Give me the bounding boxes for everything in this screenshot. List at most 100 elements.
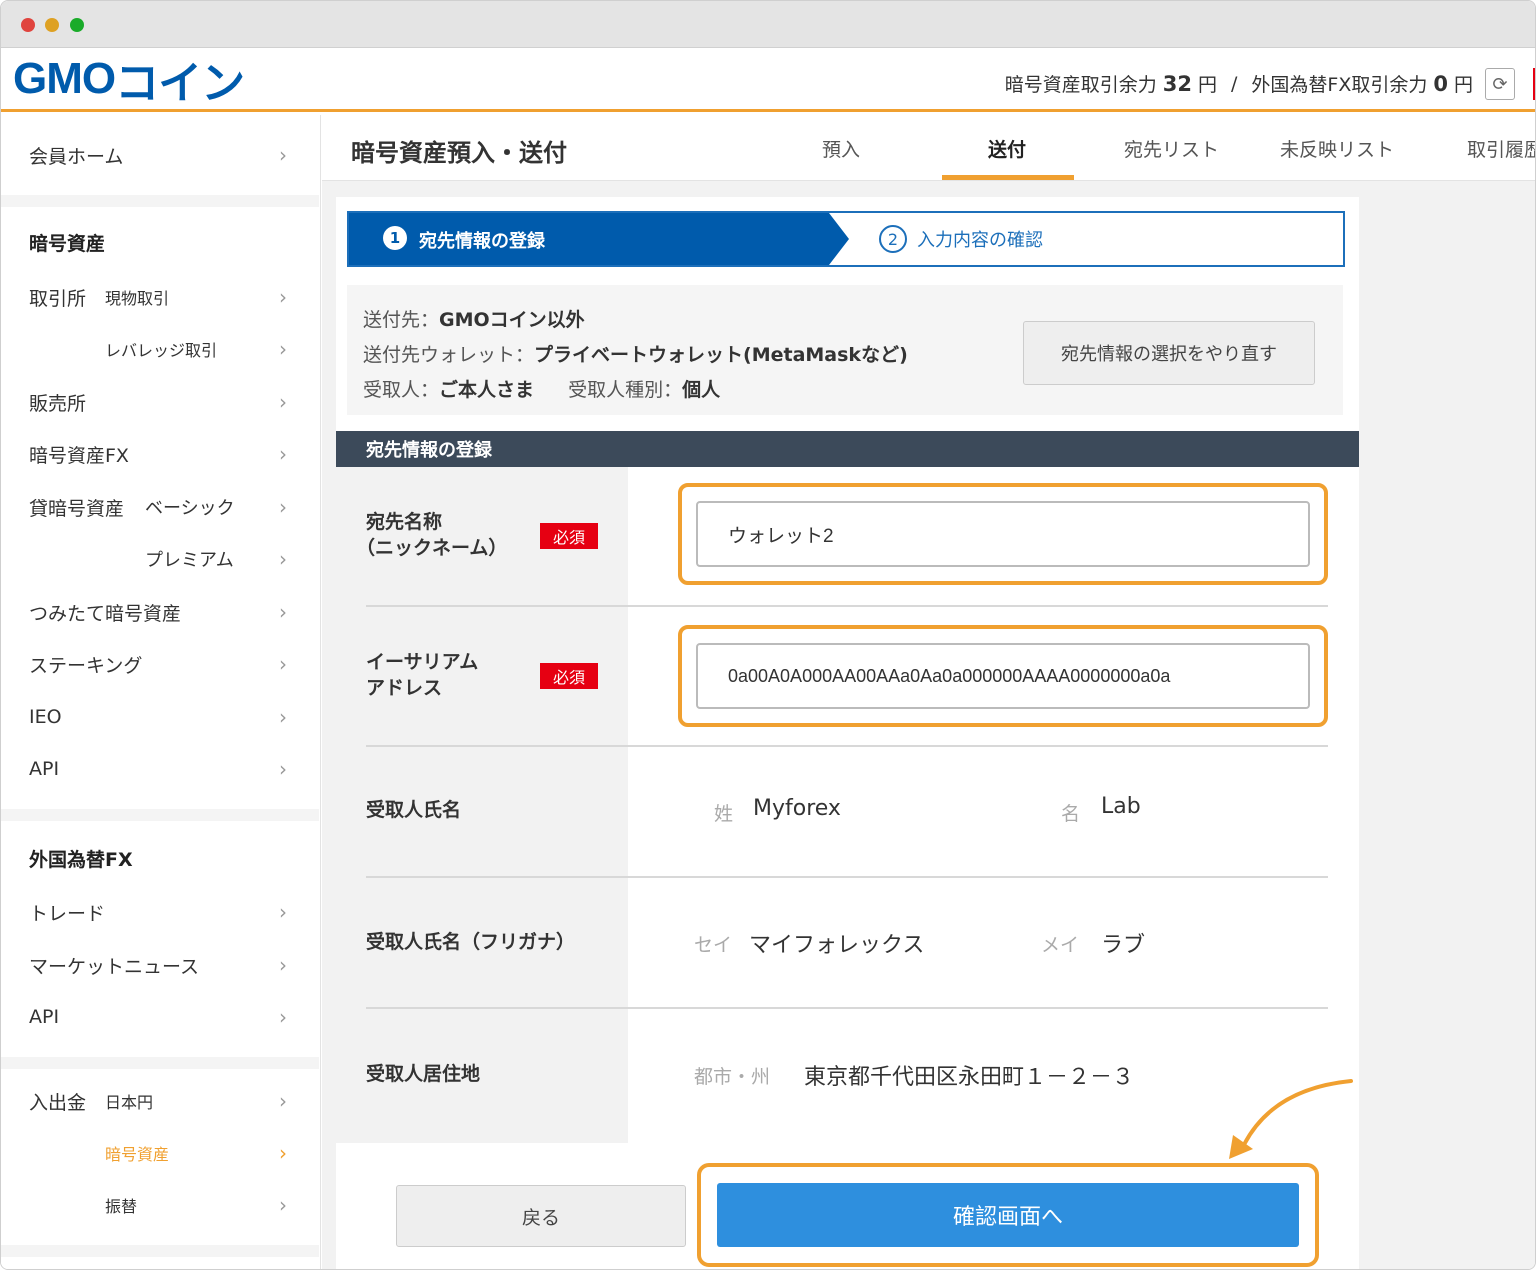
refresh-icon[interactable]: ⟳ <box>1485 68 1515 100</box>
sidebar-item-crypto-fx[interactable]: 暗号資産FX › <box>1 434 319 474</box>
progress-stepper: 1 宛先情報の登録 2 入力内容の確認 <box>347 211 1345 267</box>
chevron-right-icon: › <box>279 495 287 519</box>
sidebar-item-deposit-jpy[interactable]: 入出金 日本円 › <box>1 1081 319 1121</box>
minimize-window-button[interactable] <box>45 18 59 32</box>
logo-text-gmo: GMO <box>13 54 116 103</box>
sidebar-subitem-label-active: 暗号資産 <box>105 1145 170 1164</box>
page-title: 暗号資産預入・送付 <box>351 139 567 167</box>
sidebar-item-lending-basic[interactable]: 貸暗号資産 ベーシック › <box>1 487 319 527</box>
sei-value: マイフォレックス <box>749 933 925 958</box>
sidebar-divider <box>1 809 319 821</box>
sidebar-subitem-label: ベーシック <box>145 498 235 519</box>
city-value: 東京都千代田区永田町１－２－３ <box>804 1065 1135 1090</box>
sidebar-item-deposit-crypto[interactable]: 暗号資産 › <box>1 1133 319 1173</box>
sidebar-subitem-label: 振替 <box>105 1197 138 1216</box>
sidebar-item-leverage[interactable]: レバレッジ取引 › <box>1 329 319 369</box>
close-window-button[interactable] <box>21 18 35 32</box>
chevron-right-icon: › <box>279 143 287 167</box>
city-label: 都市・州 <box>694 1066 771 1088</box>
confirm-highlight: 確認画面へ <box>697 1163 1319 1267</box>
fx-balance-label: 外国為替FX取引余力 <box>1251 74 1428 96</box>
confirm-button[interactable]: 確認画面へ <box>717 1183 1299 1247</box>
sidebar-item-transfer[interactable]: 振替 › <box>1 1185 319 1225</box>
summary-value: 個人 <box>682 379 721 401</box>
maximize-window-button[interactable] <box>70 18 84 32</box>
nickname-input[interactable]: ウォレット2 <box>696 501 1310 567</box>
tab-history[interactable]: 取引履歴 <box>1467 135 1535 162</box>
sidebar-item-label: マーケットニュース <box>29 955 200 978</box>
step-label: 入力内容の確認 <box>917 230 1043 251</box>
page-header: 暗号資産預入・送付 預入 送付 宛先リスト 未反映リスト 取引履歴 <box>322 115 1535 181</box>
summary-value: GMOコイン以外 <box>439 309 585 331</box>
sidebar-subitem-label: 日本円 <box>105 1093 154 1112</box>
browser-window: GMO コイン 暗号資産取引余力 32 円 / 外国為替FX取引余力 0 円 ⟳… <box>0 0 1536 1270</box>
residence-label: 受取人居住地 <box>366 1063 481 1085</box>
chevron-right-icon: › <box>279 442 287 466</box>
sidebar-item-api[interactable]: API › <box>1 749 319 789</box>
sidebar-item-staking[interactable]: ステーキング › <box>1 644 319 684</box>
mei-label: メイ <box>1041 934 1080 956</box>
chevron-right-icon: › <box>279 1141 287 1165</box>
chevron-right-icon: › <box>279 652 287 676</box>
eth-address-label-line1: イーサリアム <box>366 651 479 673</box>
title-bar <box>1 1 1535 48</box>
destination-summary: 送付先：GMOコイン以外 送付先ウォレット：プライベートウォレット(MetaMa… <box>347 285 1343 415</box>
sidebar-item-spot[interactable]: 取引所 現物取引 › <box>1 277 319 317</box>
row-divider <box>366 876 1328 878</box>
nickname-highlight: ウォレット2 <box>678 483 1328 585</box>
redo-selection-button[interactable]: 宛先情報の選択をやり直す <box>1023 321 1315 385</box>
summary-value: ご本人さま <box>439 379 535 401</box>
mei-value: ラブ <box>1101 933 1146 958</box>
summary-label: 受取人種別： <box>568 379 683 401</box>
sidebar-item-label: ステーキング <box>29 654 143 677</box>
tab-send[interactable]: 送付 <box>988 135 1026 162</box>
pointer-arrow-icon <box>1229 1079 1353 1159</box>
chevron-right-icon: › <box>279 1089 287 1113</box>
tab-deposit[interactable]: 預入 <box>822 135 860 162</box>
recipient-kana-label: 受取人氏名（フリガナ） <box>366 931 576 953</box>
sidebar-item-label: トレード <box>29 902 106 925</box>
sidebar-heading-crypto: 暗号資産 <box>29 233 106 255</box>
sidebar-item-label: API <box>29 758 60 780</box>
eth-address-highlight: 0a00A0A000AA00AAa0Aa0a000000AAAA0000000a… <box>678 625 1328 727</box>
required-badge: 必須 <box>540 523 598 549</box>
sidebar-subitem-label: プレミアム <box>145 550 234 571</box>
chevron-right-icon: › <box>279 285 287 309</box>
eth-address-input[interactable]: 0a00A0A000AA00AAa0Aa0a000000AAAA0000000a… <box>696 643 1310 709</box>
sidebar-item-member-home[interactable]: 会員ホーム › <box>1 135 319 175</box>
chevron-right-icon: › <box>279 600 287 624</box>
crypto-balance-label: 暗号資産取引余力 <box>1004 74 1157 96</box>
sidebar-item-label: API <box>29 1006 60 1028</box>
step-register: 1 宛先情報の登録 <box>349 213 849 265</box>
active-tab-indicator <box>942 175 1074 180</box>
sidebar-divider <box>1 1245 319 1257</box>
nickname-label-line2: （ニックネーム） <box>356 537 508 559</box>
row-divider <box>366 605 1328 607</box>
summary-destination: 送付先：GMOコイン以外 <box>363 305 585 332</box>
sidebar: 会員ホーム › 暗号資産 取引所 現物取引 › レバレッジ取引 › 販売所 › … <box>1 115 321 1269</box>
sidebar-item-trade[interactable]: トレード › <box>1 892 319 932</box>
gmo-coin-logo[interactable]: GMO コイン <box>13 54 245 108</box>
summary-value: プライベートウォレット(MetaMaskなど) <box>534 344 908 366</box>
sidebar-item-market-news[interactable]: マーケットニュース › <box>1 945 319 985</box>
chevron-right-icon: › <box>279 1193 287 1217</box>
last-name-label: 姓 <box>714 803 734 825</box>
sidebar-subitem-label: 現物取引 <box>105 289 170 308</box>
sidebar-item-lending-premium[interactable]: プレミアム › <box>1 539 319 579</box>
sidebar-heading-fx: 外国為替FX <box>29 849 133 871</box>
required-badge: 必須 <box>540 663 598 689</box>
tab-pending-list[interactable]: 未反映リスト <box>1280 135 1394 162</box>
sidebar-item-tsumitate[interactable]: つみたて暗号資産 › <box>1 592 319 632</box>
logo-text-coin: コイン <box>115 59 245 108</box>
tab-address-list[interactable]: 宛先リスト <box>1124 135 1219 162</box>
sidebar-item-ieo[interactable]: IEO › <box>1 697 319 737</box>
first-name-label: 名 <box>1061 803 1081 825</box>
nickname-label: 宛先名称 （ニックネーム） <box>356 509 507 561</box>
back-button[interactable]: 戻る <box>396 1185 686 1247</box>
summary-recipient: 受取人：ご本人さま 受取人種別：個人 <box>363 375 720 402</box>
sidebar-item-label: 暗号資産FX <box>29 444 129 467</box>
summary-label: 受取人： <box>363 379 440 401</box>
sidebar-subitem-label: レバレッジ取引 <box>105 341 218 360</box>
sidebar-item-fx-api[interactable]: API › <box>1 997 319 1037</box>
sidebar-item-sales[interactable]: 販売所 › <box>1 382 319 422</box>
